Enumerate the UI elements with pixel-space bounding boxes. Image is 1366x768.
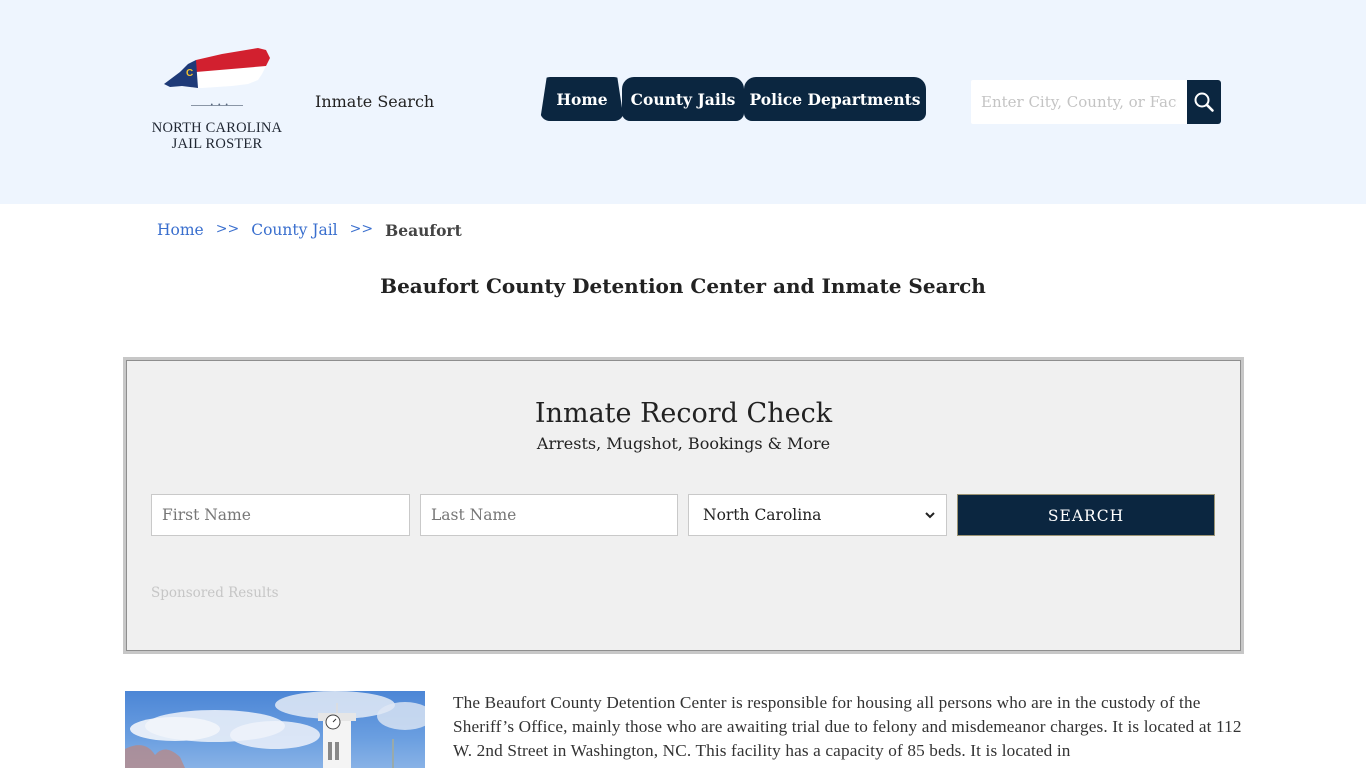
nav-tab-home[interactable]: Home bbox=[540, 77, 624, 121]
site-logo[interactable]: C • • • NORTH CAROLINA JAIL ROSTER bbox=[146, 44, 288, 154]
logo-text: NORTH CAROLINA JAIL ROSTER bbox=[146, 120, 288, 152]
site-search-button[interactable] bbox=[1187, 80, 1221, 124]
inmate-search-link[interactable]: Inmate Search bbox=[315, 92, 434, 111]
main-nav: Home County Jails Police Departments bbox=[540, 77, 926, 121]
first-name-input[interactable] bbox=[151, 494, 410, 536]
nav-tab-label: Home bbox=[556, 89, 608, 109]
site-header: C • • • NORTH CAROLINA JAIL ROSTER Inmat… bbox=[0, 0, 1366, 204]
inmate-record-check-panel: Inmate Record Check Arrests, Mugshot, Bo… bbox=[123, 357, 1244, 654]
last-name-input[interactable] bbox=[420, 494, 678, 536]
breadcrumb: Home >> County Jail >> Beaufort bbox=[157, 221, 462, 240]
nav-tab-county-jails[interactable]: County Jails bbox=[622, 77, 744, 121]
search-icon bbox=[1194, 92, 1214, 112]
nav-tab-label: County Jails bbox=[630, 89, 736, 109]
logo-line-2: JAIL ROSTER bbox=[171, 136, 263, 152]
record-check-subtitle: Arrests, Mugshot, Bookings & More bbox=[536, 434, 831, 453]
sponsored-results-label: Sponsored Results bbox=[151, 585, 279, 601]
chevron-down-icon bbox=[925, 512, 935, 519]
breadcrumb-home[interactable]: Home bbox=[157, 221, 204, 240]
nav-tab-label: Police Departments bbox=[749, 89, 921, 109]
article-body: The Beaufort County Detention Center is … bbox=[453, 691, 1243, 763]
nav-tab-police-departments[interactable]: Police Departments bbox=[744, 77, 926, 121]
search-button[interactable]: SEARCH bbox=[957, 494, 1215, 536]
nc-state-flag-map-icon: C bbox=[164, 48, 270, 88]
article-paragraph: The Beaufort County Detention Center is … bbox=[453, 693, 1242, 760]
breadcrumb-current: Beaufort bbox=[385, 221, 462, 240]
state-select-value: North Carolina bbox=[703, 506, 822, 524]
logo-line-1: NORTH CAROLINA bbox=[151, 120, 283, 136]
svg-text:C: C bbox=[186, 68, 193, 79]
breadcrumb-separator: >> bbox=[349, 221, 374, 237]
record-check-title: Inmate Record Check bbox=[534, 398, 833, 429]
site-search bbox=[971, 80, 1221, 124]
courthouse-image bbox=[125, 691, 425, 768]
breadcrumb-county-jail[interactable]: County Jail bbox=[251, 221, 337, 240]
breadcrumb-separator: >> bbox=[215, 221, 240, 237]
state-select[interactable]: North Carolina bbox=[688, 494, 947, 536]
page-title: Beaufort County Detention Center and Inm… bbox=[380, 274, 986, 298]
site-search-input[interactable] bbox=[971, 80, 1187, 124]
logo-dots: • • • bbox=[210, 102, 230, 109]
courthouse-photo bbox=[125, 691, 425, 768]
